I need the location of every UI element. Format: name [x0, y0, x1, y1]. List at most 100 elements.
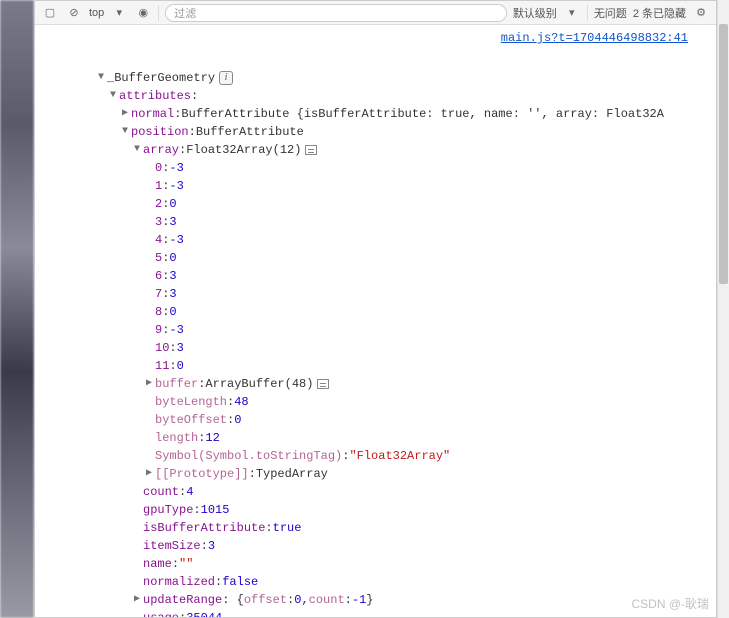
- array-value: -3: [169, 177, 183, 195]
- property-key: length: [155, 429, 198, 447]
- prop-attributes[interactable]: ▼ attributes:: [35, 87, 716, 105]
- prop-byteOffset: ▶ byteOffset: 0: [35, 411, 716, 429]
- property-key: count: [143, 483, 179, 501]
- array-index: 4: [155, 231, 162, 249]
- scrollbar-thumb[interactable]: [719, 24, 728, 284]
- prop-prototype[interactable]: ▶ [[Prototype]]: TypedArray: [35, 465, 716, 483]
- disclosure-arrow-icon[interactable]: ▼: [95, 69, 107, 87]
- array-index: 8: [155, 303, 162, 321]
- class-name: _BufferGeometry: [107, 69, 215, 87]
- prop-buffer[interactable]: ▶ buffer: ArrayBuffer(48): [35, 375, 716, 393]
- side-image-strip: [0, 0, 34, 618]
- gear-icon[interactable]: ⚙: [692, 4, 710, 22]
- prop-usage: ▶ usage: 35044: [35, 609, 716, 618]
- array-index-row: 11: 0: [35, 357, 716, 375]
- array-index: 5: [155, 249, 162, 267]
- array-index: 9: [155, 321, 162, 339]
- prop-gpuType: ▶ gpuType: 1015: [35, 501, 716, 519]
- property-value: BufferAttribute: [196, 123, 304, 141]
- array-value: 3: [177, 339, 184, 357]
- prop-isBufferAttribute: ▶ isBufferAttribute: true: [35, 519, 716, 537]
- devtools-console-panel: ▢ ⊘ top ▾ ◉ 过滤 默认级别 ▾ 无问题 2 条已隐藏 ⚙ main.…: [34, 0, 717, 618]
- property-key: name: [143, 555, 172, 573]
- property-key: array: [143, 141, 179, 159]
- info-icon[interactable]: i: [219, 71, 233, 85]
- array-index: 10: [155, 339, 169, 357]
- console-output: ▼ _BufferGeometry i ▼ attributes: ▶ norm…: [35, 25, 716, 618]
- property-key: position: [131, 123, 189, 141]
- array-index-row: 6: 3: [35, 267, 716, 285]
- array-index-row: 0: -3: [35, 159, 716, 177]
- prop-updateRange[interactable]: ▶ updateRange: {offset: 0, count: -1}: [35, 591, 716, 609]
- property-value: false: [222, 573, 258, 591]
- disclosure-arrow-icon[interactable]: ▼: [131, 141, 143, 159]
- property-value: 48: [234, 393, 248, 411]
- disclosure-arrow-icon[interactable]: ▼: [107, 87, 119, 105]
- property-key: byteLength: [155, 393, 227, 411]
- context-selector[interactable]: top: [89, 7, 104, 19]
- property-key: isBufferAttribute: [143, 519, 265, 537]
- source-link[interactable]: main.js?t=1704446498832:41: [501, 31, 688, 45]
- property-key: buffer: [155, 375, 198, 393]
- no-symbol-icon[interactable]: ⊘: [65, 4, 83, 22]
- property-key: updateRange: [143, 591, 222, 609]
- array-index-row: 10: 3: [35, 339, 716, 357]
- prop-symbol-tostringtag: ▶ Symbol(Symbol.toStringTag): "Float32Ar…: [35, 447, 716, 465]
- array-value: 0: [169, 303, 176, 321]
- array-index: 2: [155, 195, 162, 213]
- array-index-row: 1: -3: [35, 177, 716, 195]
- array-index: 7: [155, 285, 162, 303]
- array-index: 11: [155, 357, 169, 375]
- array-value: -3: [169, 231, 183, 249]
- clear-icon[interactable]: ▢: [41, 4, 59, 22]
- array-index-row: 7: 3: [35, 285, 716, 303]
- property-key: [[Prototype]]: [155, 465, 249, 483]
- property-key: normalized: [143, 573, 215, 591]
- disclosure-arrow-icon[interactable]: ▶: [143, 375, 155, 393]
- prop-position[interactable]: ▼ position: BufferAttribute: [35, 123, 716, 141]
- disclosure-arrow-icon[interactable]: ▶: [119, 105, 131, 123]
- disclosure-arrow-icon[interactable]: ▶: [131, 591, 143, 609]
- disclosure-arrow-icon[interactable]: ▼: [119, 123, 131, 141]
- prop-normal[interactable]: ▶ normal: BufferAttribute {isBufferAttri…: [35, 105, 716, 123]
- object-root[interactable]: ▼ _BufferGeometry i: [35, 69, 716, 87]
- array-index-row: 2: 0: [35, 195, 716, 213]
- separator: [158, 5, 159, 21]
- property-key: gpuType: [143, 501, 193, 519]
- disclosure-arrow-icon[interactable]: ▶: [143, 465, 155, 483]
- console-toolbar: ▢ ⊘ top ▾ ◉ 过滤 默认级别 ▾ 无问题 2 条已隐藏 ⚙: [35, 1, 716, 25]
- prop-array[interactable]: ▼ array: Float32Array(12): [35, 141, 716, 159]
- property-value: 3: [208, 537, 215, 555]
- property-value: "Float32Array": [349, 447, 450, 465]
- prop-count: ▶ count: 4: [35, 483, 716, 501]
- prop-byteLength: ▶ byteLength: 48: [35, 393, 716, 411]
- memory-icon[interactable]: [317, 379, 329, 389]
- eye-icon[interactable]: ◉: [134, 4, 152, 22]
- array-value: -3: [169, 159, 183, 177]
- memory-icon[interactable]: [305, 145, 317, 155]
- prop-itemSize: ▶ itemSize: 3: [35, 537, 716, 555]
- separator: [587, 5, 588, 21]
- hidden-count[interactable]: 2 条已隐藏: [633, 5, 686, 21]
- property-value: 12: [205, 429, 219, 447]
- prop-name: ▶ name: "": [35, 555, 716, 573]
- array-value: 0: [169, 249, 176, 267]
- property-value: true: [273, 519, 302, 537]
- array-index-row: 3: 3: [35, 213, 716, 231]
- property-key: usage: [143, 609, 179, 618]
- property-value: ArrayBuffer(48): [205, 375, 313, 393]
- array-value: 3: [169, 267, 176, 285]
- log-level-selector[interactable]: 默认级别: [513, 5, 557, 21]
- prop-normalized: ▶ normalized: false: [35, 573, 716, 591]
- array-index: 3: [155, 213, 162, 231]
- prop-length: ▶ length: 12: [35, 429, 716, 447]
- property-key: normal: [131, 105, 174, 123]
- chevron-down-icon: ▾: [563, 4, 581, 22]
- vertical-scrollbar[interactable]: [717, 0, 729, 618]
- problems-label[interactable]: 无问题: [594, 5, 627, 21]
- array-index-row: 9: -3: [35, 321, 716, 339]
- array-value: 0: [169, 195, 176, 213]
- filter-input[interactable]: 过滤: [165, 4, 507, 22]
- array-value: 3: [169, 285, 176, 303]
- property-value: Float32Array(12): [186, 141, 301, 159]
